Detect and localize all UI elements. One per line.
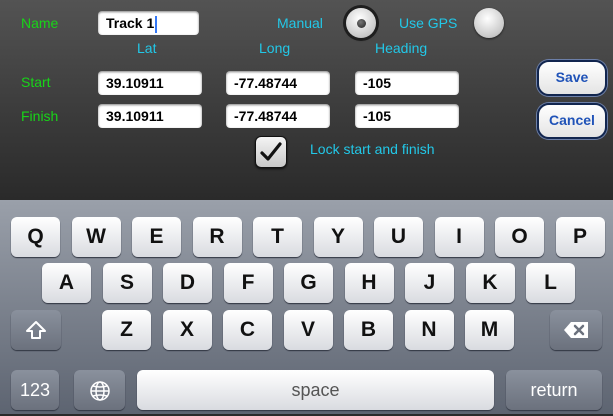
key-u[interactable]: U [374,217,423,257]
key-d[interactable]: D [163,263,212,303]
key-j[interactable]: J [405,263,454,303]
key-g[interactable]: G [284,263,333,303]
shift-key[interactable] [11,310,61,350]
use-gps-label: Use GPS [399,15,458,31]
globe-icon [89,381,110,401]
key-k[interactable]: K [465,263,515,303]
key-h[interactable]: H [344,263,394,303]
key-r[interactable]: R [192,217,242,257]
use-gps-radio[interactable] [474,8,504,38]
keyboard: QWERTYUIOP ASDFGHJKL ZXCVBNM 123 space r… [0,200,613,414]
key-w[interactable]: W [71,217,121,257]
key-p[interactable]: P [555,217,605,257]
key-q[interactable]: Q [11,217,60,257]
start-heading-field[interactable]: -105 [355,71,459,95]
return-key[interactable]: return [506,370,602,410]
backspace-key[interactable] [550,310,602,350]
lat-column-header: Lat [137,40,157,56]
backspace-icon [564,322,588,338]
long-column-header: Long [259,40,291,56]
start-lat-field[interactable]: 39.10911 [98,71,202,95]
key-s[interactable]: S [102,263,152,303]
key-l[interactable]: L [526,263,575,303]
space-key[interactable]: space [137,370,494,410]
numbers-key[interactable]: 123 [11,370,59,410]
globe-key[interactable] [74,370,125,410]
radio-selected-dot [357,19,366,28]
key-m[interactable]: M [465,310,514,350]
key-b[interactable]: B [344,310,393,350]
lock-start-finish-checkbox[interactable] [255,136,287,168]
key-f[interactable]: F [223,263,273,303]
finish-long-field[interactable]: -77.48744 [226,104,330,128]
name-label: Name [21,15,59,31]
key-y[interactable]: Y [313,217,363,257]
key-v[interactable]: V [283,310,333,350]
key-x[interactable]: X [162,310,212,350]
key-c[interactable]: C [223,310,272,350]
name-field-value: Track 1 [106,15,155,31]
finish-label: Finish [21,108,59,124]
key-t[interactable]: T [253,217,302,257]
start-long-field[interactable]: -77.48744 [226,71,330,95]
track-form: Name Track 1 Manual Use GPS Lat Long Hea… [0,0,613,200]
manual-radio[interactable] [346,8,376,38]
checkmark-icon [260,142,282,161]
start-label: Start [21,74,51,90]
save-button[interactable]: Save [537,60,607,96]
manual-label: Manual [277,15,323,31]
lock-start-finish-label: Lock start and finish [310,141,435,157]
key-i[interactable]: I [434,217,484,257]
key-e[interactable]: E [132,217,181,257]
key-n[interactable]: N [404,310,454,350]
name-field[interactable]: Track 1 [98,11,199,35]
finish-lat-field[interactable]: 39.10911 [98,104,202,128]
key-a[interactable]: A [42,263,91,303]
finish-heading-field[interactable]: -105 [355,104,459,128]
key-z[interactable]: Z [102,310,151,350]
heading-column-header: Heading [375,40,428,56]
shift-icon [26,321,46,339]
text-cursor [155,15,158,33]
key-o[interactable]: O [495,217,544,257]
cancel-button[interactable]: Cancel [537,103,607,139]
